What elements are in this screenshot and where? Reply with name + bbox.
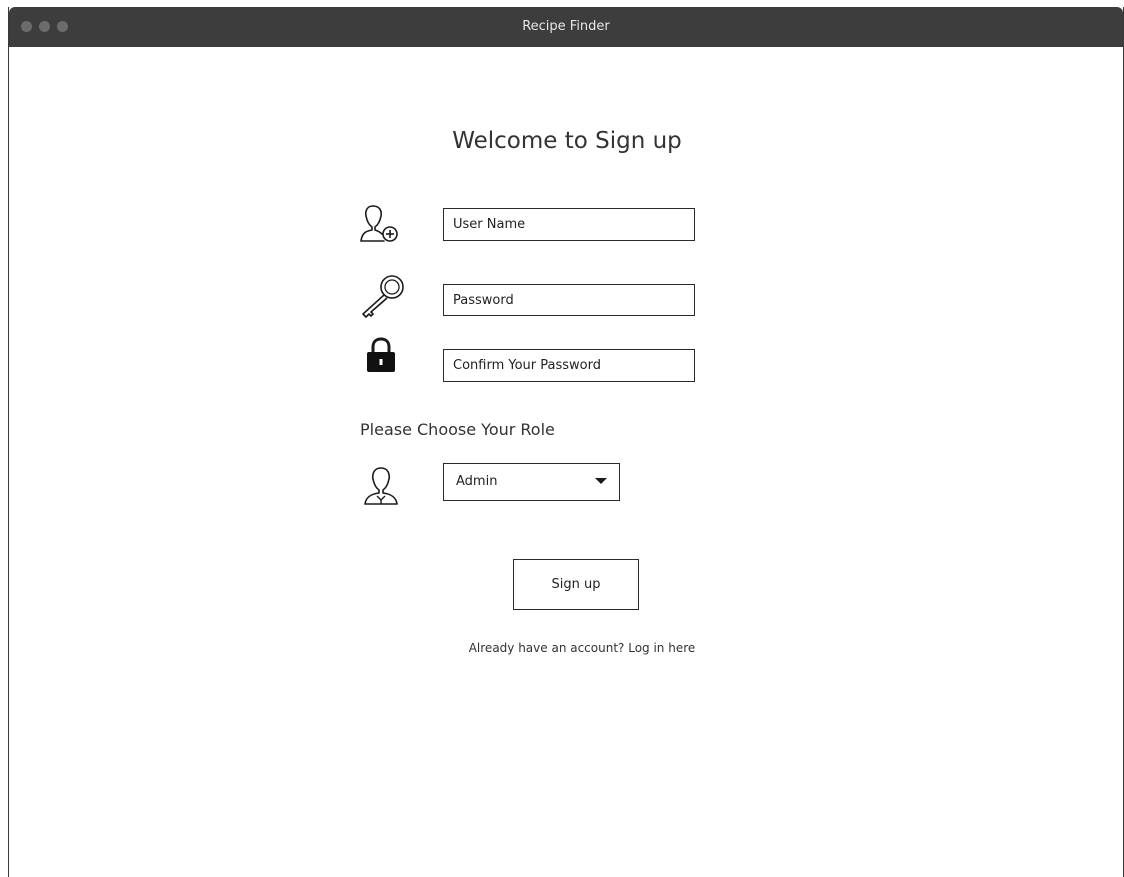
user-role-icon: [364, 467, 398, 505]
confirm-password-input[interactable]: [443, 349, 695, 382]
page-title: Welcome to Sign up: [452, 128, 682, 154]
role-select[interactable]: Admin: [443, 463, 620, 501]
user-add-icon: [360, 205, 398, 242]
password-input[interactable]: [443, 284, 695, 316]
key-icon: [362, 275, 404, 318]
app-window: Recipe Finder Welcome to Sign up Please …: [8, 7, 1124, 877]
title-bar: Recipe Finder: [9, 7, 1123, 47]
username-input[interactable]: [443, 208, 695, 241]
login-link[interactable]: Already have an account? Log in here: [9, 641, 1124, 655]
caret-down-icon: [595, 478, 607, 484]
role-label: Please Choose Your Role: [360, 420, 555, 439]
role-selected-value: Admin: [456, 474, 498, 489]
signup-button[interactable]: Sign up: [513, 559, 639, 610]
window-title: Recipe Finder: [522, 19, 610, 34]
lock-icon: [367, 337, 395, 372]
